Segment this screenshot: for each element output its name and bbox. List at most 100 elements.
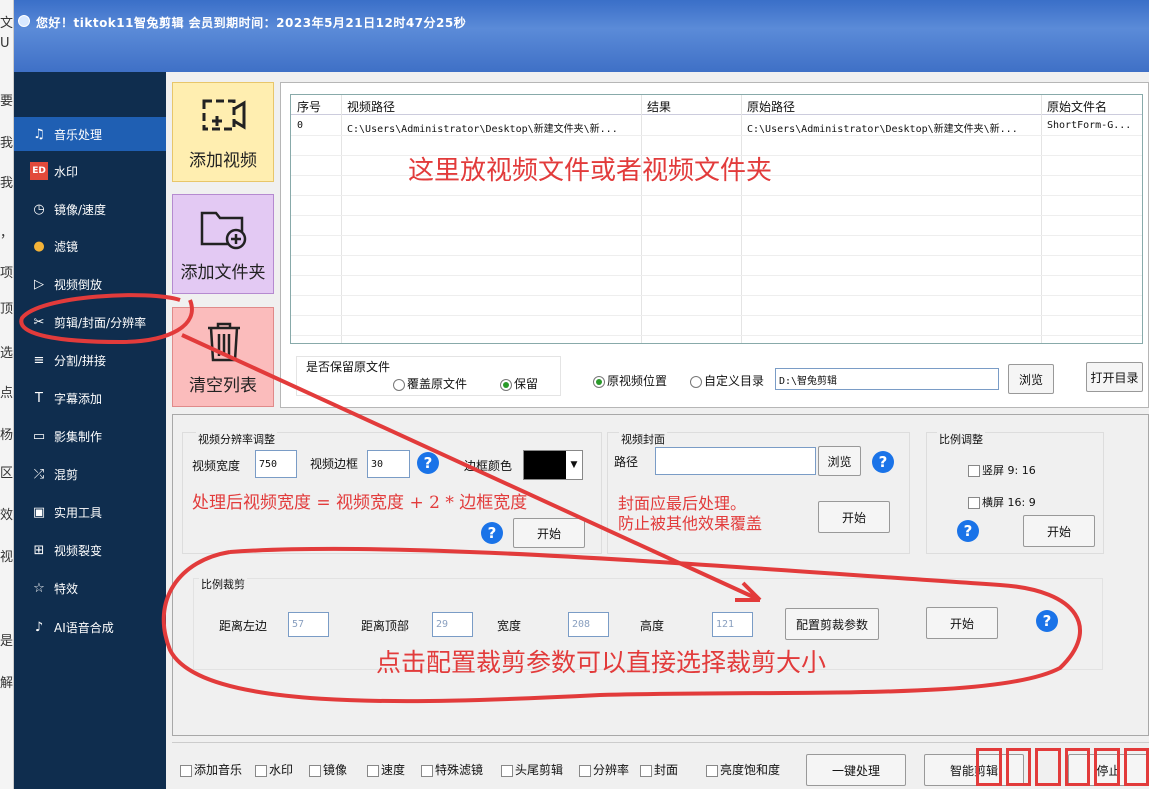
bottom-option-checkbox[interactable]: 镜像 bbox=[309, 761, 347, 778]
scissors-icon: ✂ bbox=[33, 314, 45, 330]
cover-help-icon[interactable]: ? bbox=[872, 451, 894, 473]
sidebar-item-9[interactable]: ⤮ 混剪 bbox=[14, 457, 166, 491]
crop-left-input[interactable]: 57 bbox=[288, 612, 329, 637]
config-crop-button[interactable]: 配置剪裁参数 bbox=[785, 608, 879, 640]
crop-top-input[interactable]: 29 bbox=[432, 612, 473, 637]
add-folder-icon bbox=[200, 211, 247, 250]
background-char: 杨 bbox=[0, 428, 14, 443]
add-video-icon bbox=[202, 99, 246, 131]
background-char: 解 bbox=[0, 676, 14, 691]
crop-height-label: 高度 bbox=[640, 619, 665, 633]
sidebar-item-label: 字幕添加 bbox=[54, 391, 103, 406]
clear-list-button[interactable]: 清空列表 bbox=[172, 307, 274, 407]
column-header[interactable]: 视频路径 bbox=[347, 98, 395, 115]
fission-icon: ⊞ bbox=[33, 542, 45, 558]
background-char: 选 bbox=[0, 346, 14, 361]
landscape-checkbox[interactable]: 横屏 16: 9 bbox=[968, 494, 1036, 510]
sidebar-item-2[interactable]: ◷ 镜像/速度 bbox=[14, 192, 166, 226]
sidebar-item-3[interactable]: ● 滤镜 bbox=[14, 229, 166, 263]
row-divider bbox=[291, 275, 1142, 276]
checkbox-icon bbox=[579, 764, 591, 777]
custom-dir-radio[interactable]: 自定义目录 bbox=[690, 372, 764, 389]
sidebar-item-label: AI语音合成 bbox=[54, 620, 114, 635]
column-divider bbox=[641, 95, 642, 343]
bottom-option-checkbox[interactable]: 水印 bbox=[255, 761, 293, 778]
watermark-icon: ED bbox=[30, 162, 48, 180]
sidebar-item-11[interactable]: ⊞ 视频裂变 bbox=[14, 533, 166, 567]
column-divider bbox=[741, 95, 742, 343]
portrait-checkbox[interactable]: 竖屏 9: 16 bbox=[968, 462, 1036, 478]
original-location-radio[interactable]: 原视频位置 bbox=[593, 372, 667, 389]
row-divider bbox=[291, 215, 1142, 216]
resolution-start-button[interactable]: 开始 bbox=[513, 518, 585, 548]
checkbox-icon bbox=[706, 764, 718, 777]
sidebar-item-8[interactable]: ▭ 影集制作 bbox=[14, 419, 166, 453]
checkbox-icon bbox=[309, 764, 321, 777]
open-dir-button[interactable]: 打开目录 bbox=[1086, 362, 1143, 392]
column-header[interactable]: 序号 bbox=[297, 98, 321, 115]
sidebar-item-7[interactable]: T 字幕添加 bbox=[14, 381, 166, 415]
bottom-option-label: 分辨率 bbox=[593, 763, 630, 777]
resolution-note: 处理后视频宽度 = 视频宽度 + 2 * 边框宽度 bbox=[192, 493, 528, 513]
custom-dir-input[interactable]: D:\智兔剪辑 bbox=[775, 368, 999, 390]
cover-path-input[interactable] bbox=[655, 447, 816, 475]
video-width-input[interactable]: 750 bbox=[255, 450, 297, 478]
sidebar-item-4[interactable]: ▷ 视频倒放 bbox=[14, 267, 166, 301]
ratio-help-icon[interactable]: ? bbox=[957, 520, 979, 542]
resolution-note-help-icon[interactable]: ? bbox=[481, 522, 503, 544]
column-header[interactable]: 原始文件名 bbox=[1047, 98, 1107, 115]
add-folder-button[interactable]: 添加文件夹 bbox=[172, 194, 274, 294]
background-char: U bbox=[0, 36, 10, 51]
crop-width-input[interactable]: 208 bbox=[568, 612, 609, 637]
background-char: 项 bbox=[0, 266, 14, 281]
column-divider bbox=[341, 95, 342, 343]
crop-help-icon[interactable]: ? bbox=[1036, 610, 1058, 632]
background-char: 效 bbox=[0, 508, 14, 523]
chevron-down-icon: ▼ bbox=[570, 460, 578, 470]
resolution-help-icon[interactable]: ? bbox=[417, 452, 439, 474]
sidebar-item-12[interactable]: ☆ 特效 bbox=[14, 571, 166, 605]
checkbox-icon bbox=[968, 497, 980, 509]
subtitle-icon: T bbox=[35, 390, 43, 406]
crop-hint: 点击配置裁剪参数可以直接选择裁剪大小 bbox=[376, 648, 827, 677]
keep-radio[interactable]: 保留 bbox=[500, 375, 538, 392]
bottom-option-checkbox[interactable]: 亮度饱和度 bbox=[706, 761, 780, 778]
overwrite-radio[interactable]: 覆盖原文件 bbox=[393, 375, 467, 392]
background-char: 是 bbox=[0, 634, 14, 649]
crop-height-input[interactable]: 121 bbox=[712, 612, 753, 637]
add-video-button[interactable]: 添加视频 bbox=[172, 82, 274, 182]
bottom-option-checkbox[interactable]: 特殊滤镜 bbox=[421, 761, 483, 778]
sidebar-item-13[interactable]: ♪ AI语音合成 bbox=[14, 610, 166, 644]
bottom-option-checkbox[interactable]: 封面 bbox=[640, 761, 678, 778]
bottom-option-checkbox[interactable]: 添加音乐 bbox=[180, 761, 242, 778]
ai-voice-icon: ♪ bbox=[34, 619, 44, 635]
bottom-option-checkbox[interactable]: 头尾剪辑 bbox=[501, 761, 563, 778]
video-border-input[interactable]: 30 bbox=[367, 450, 410, 478]
crop-start-button[interactable]: 开始 bbox=[926, 607, 998, 639]
shuffle-icon: ⤮ bbox=[33, 466, 45, 482]
sidebar-item-6[interactable]: ≡ 分割/拼接 bbox=[14, 343, 166, 377]
clear-list-label: 清空列表 bbox=[189, 376, 257, 396]
cover-browse-button[interactable]: 浏览 bbox=[818, 446, 861, 476]
overwrite-label: 覆盖原文件 bbox=[407, 377, 468, 391]
video-file-table[interactable]: 序号 视频路径 结果 原始路径 原始文件名 0 C:\Users\Administrato… bbox=[290, 94, 1143, 344]
bottom-option-label: 特殊滤镜 bbox=[435, 763, 484, 777]
checkbox-icon bbox=[255, 764, 267, 777]
browse-dir-button[interactable]: 浏览 bbox=[1008, 364, 1054, 394]
bottom-option-checkbox[interactable]: 速度 bbox=[367, 761, 405, 778]
column-header[interactable]: 结果 bbox=[647, 98, 671, 115]
ratio-start-button[interactable]: 开始 bbox=[1023, 515, 1095, 547]
background-char: 我 bbox=[0, 176, 14, 191]
sidebar-item-label: 视频倒放 bbox=[54, 277, 103, 292]
cover-start-button[interactable]: 开始 bbox=[818, 501, 890, 533]
column-header[interactable]: 原始路径 bbox=[747, 98, 795, 115]
bottom-option-checkbox[interactable]: 分辨率 bbox=[579, 761, 629, 778]
cover-title: 视频封面 bbox=[619, 431, 667, 447]
sidebar-item-10[interactable]: ▣ 实用工具 bbox=[14, 495, 166, 529]
one-click-button[interactable]: 一键处理 bbox=[806, 754, 906, 786]
sidebar-item-1[interactable]: ED 水印 bbox=[14, 154, 166, 188]
border-color-picker[interactable]: ▼ bbox=[523, 450, 583, 480]
sidebar-item-0[interactable]: ♫ 音乐处理 bbox=[14, 117, 176, 151]
title-bar: 您好！tiktok11智兔剪辑 会员到期时间：2023年5月21日12时47分2… bbox=[14, 0, 1149, 72]
sidebar-item-5[interactable]: ✂ 剪辑/封面/分辨率 bbox=[14, 305, 166, 339]
